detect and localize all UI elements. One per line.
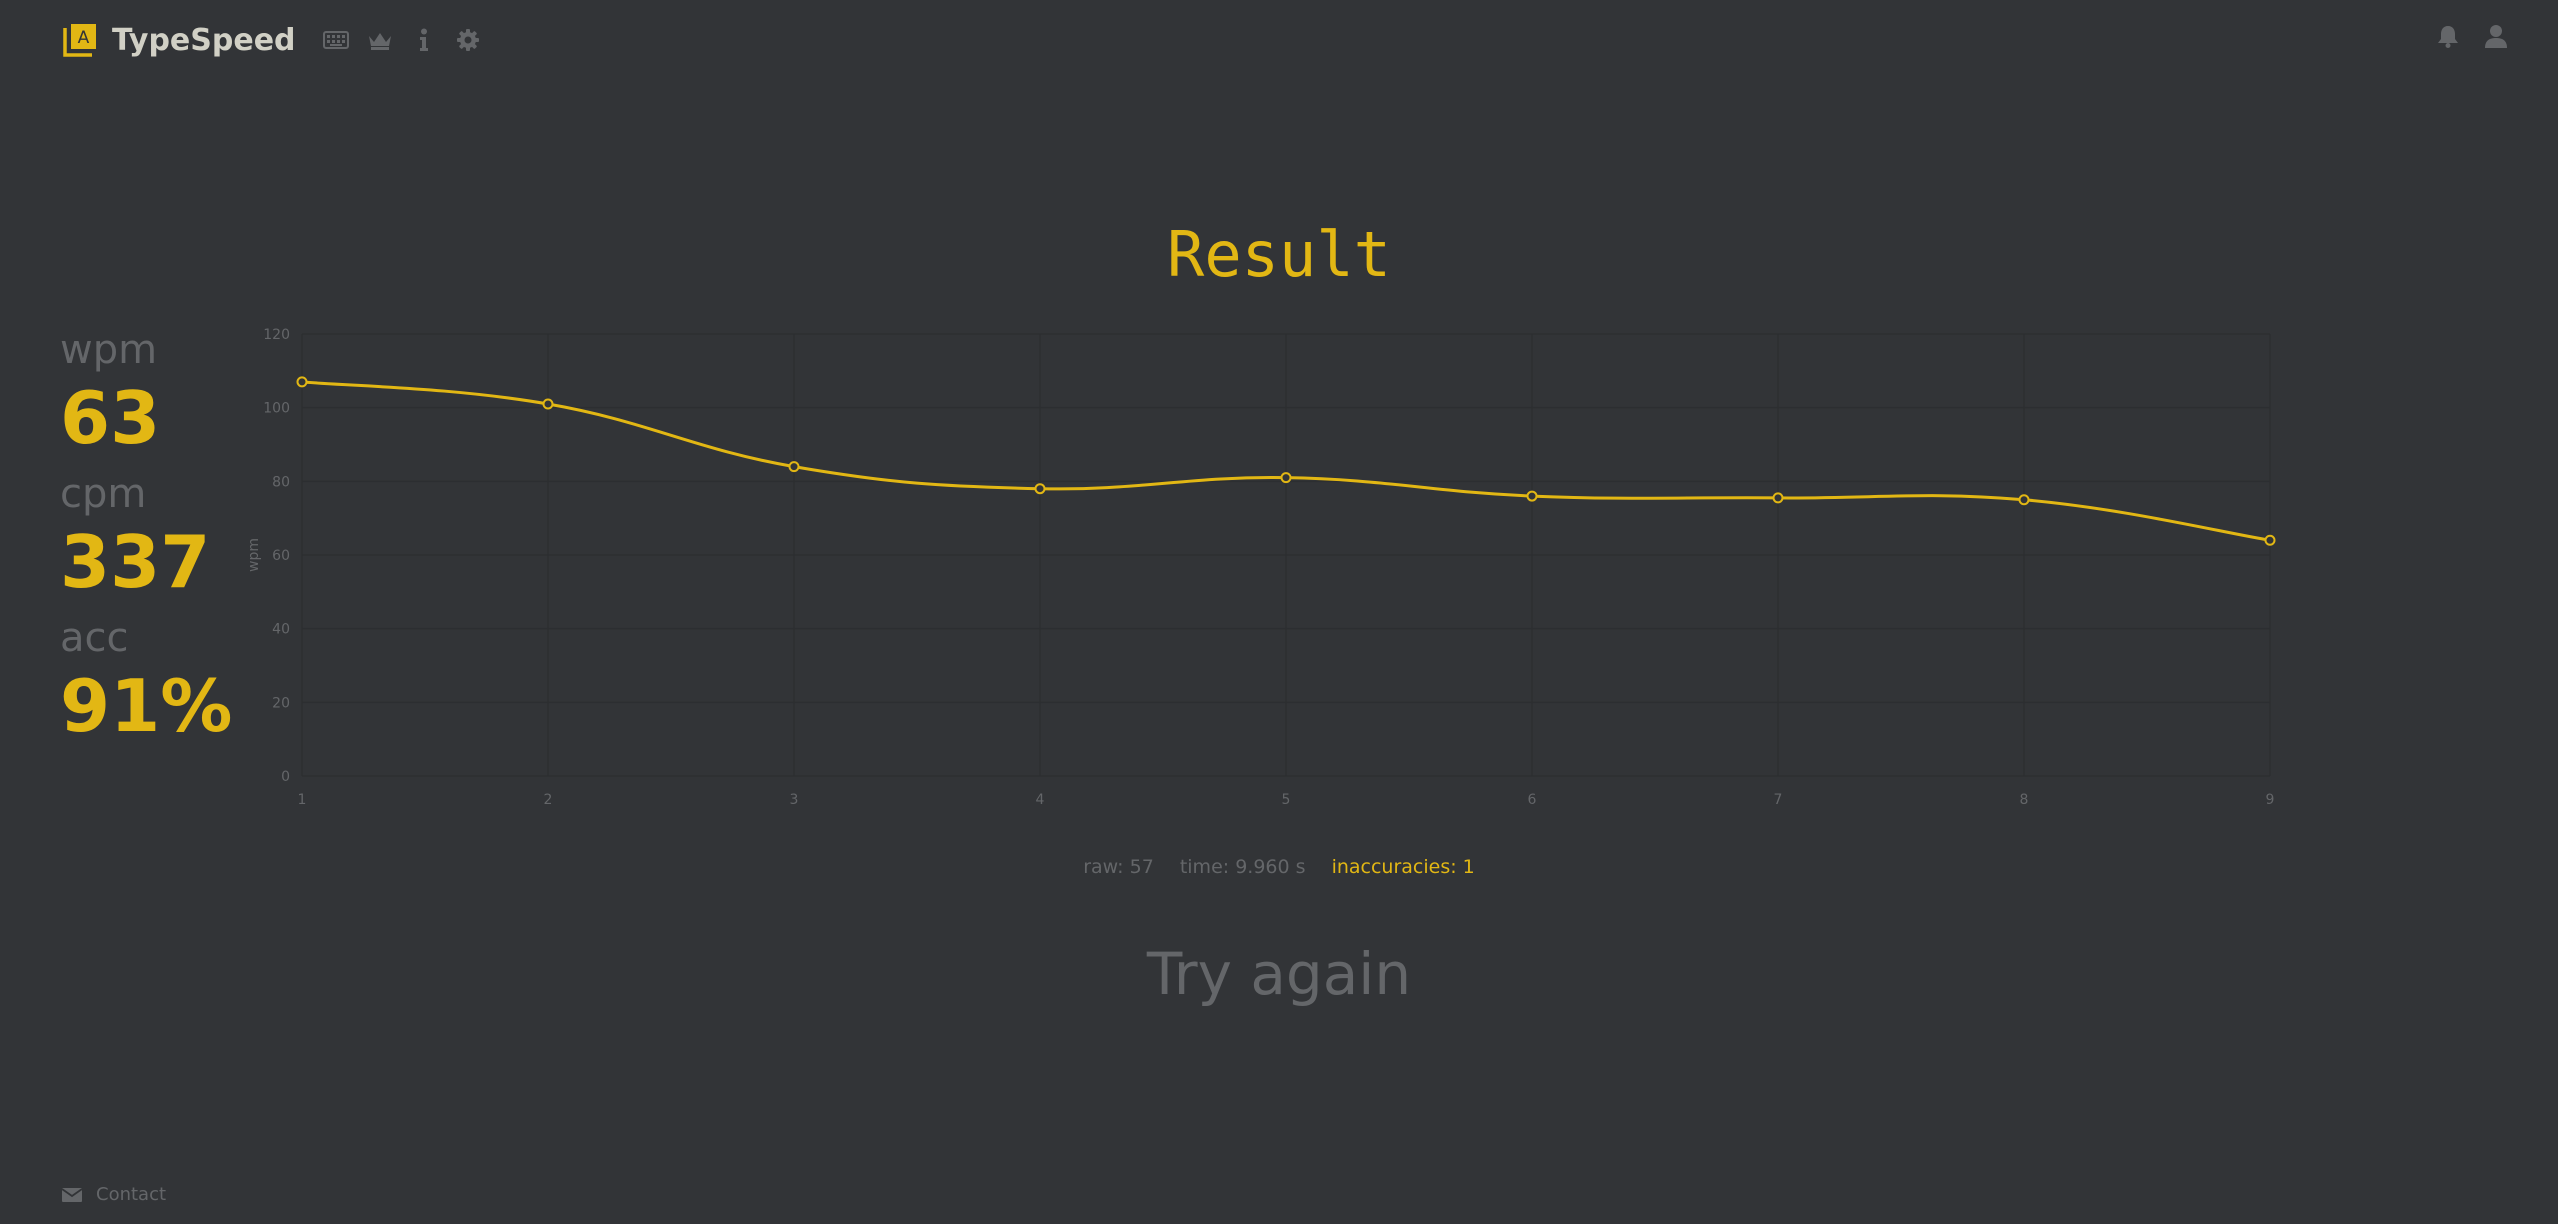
y-tick-label: 60 <box>272 548 290 564</box>
y-tick-label: 40 <box>272 622 290 638</box>
acc-value: 91% <box>60 664 233 748</box>
x-tick-label: 2 <box>544 792 553 808</box>
result-details: raw: 57 time: 9.960 s inaccuracies: 1 <box>0 856 2558 878</box>
y-axis-label: wpm <box>246 538 262 572</box>
cpm-value: 337 <box>60 520 211 604</box>
footer: Contact <box>62 1184 166 1205</box>
crown-icon[interactable] <box>366 26 394 54</box>
data-point <box>296 376 308 388</box>
inaccuracies-stat: inaccuracies: 1 <box>1331 856 1475 878</box>
wpm-value: 63 <box>60 376 161 460</box>
header-right <box>2424 22 2520 50</box>
y-tick-label: 100 <box>263 401 290 417</box>
keyboard-icon[interactable] <box>322 26 350 54</box>
data-point <box>1772 492 1784 504</box>
data-point <box>1280 472 1292 484</box>
stats-panel: wpm 63 cpm 337 acc 91% <box>60 326 232 758</box>
x-tick-label: 5 <box>1282 792 1291 808</box>
result-title: Result <box>1167 218 1391 291</box>
cpm-label: cpm <box>60 471 147 517</box>
typespeed-result-page: A TypeSpeed Result wpm 63 cpm 337 acc 91… <box>0 0 2558 1224</box>
data-point <box>788 461 800 473</box>
wpm-label: wpm <box>60 327 158 373</box>
brand-name[interactable]: TypeSpeed <box>112 23 296 58</box>
mail-icon[interactable] <box>62 1187 82 1202</box>
x-tick-label: 7 <box>1774 792 1783 808</box>
contact-link[interactable]: Contact <box>96 1184 166 1205</box>
gear-icon[interactable] <box>454 26 482 54</box>
x-tick-label: 1 <box>298 792 307 808</box>
header: A TypeSpeed <box>62 18 490 62</box>
data-point <box>1526 490 1538 502</box>
y-tick-label: 120 <box>263 327 290 343</box>
info-icon[interactable] <box>410 26 438 54</box>
x-tick-label: 3 <box>790 792 799 808</box>
data-point <box>2264 534 2276 546</box>
time-stat: time: 9.960 s <box>1179 856 1306 878</box>
raw-stat: raw: 57 <box>1083 856 1154 878</box>
data-point <box>2018 494 2030 506</box>
try-again-button[interactable]: Try again <box>0 940 2558 1008</box>
data-point <box>1034 483 1046 495</box>
svg-text:A: A <box>78 28 90 48</box>
acc-label: acc <box>60 615 129 661</box>
x-tick-label: 6 <box>1528 792 1537 808</box>
data-point <box>542 398 554 410</box>
logo-icon[interactable]: A <box>62 22 98 58</box>
x-tick-label: 8 <box>2020 792 2029 808</box>
user-icon[interactable] <box>2482 22 2510 50</box>
y-tick-label: 0 <box>281 769 290 785</box>
x-tick-label: 9 <box>2266 792 2275 808</box>
bell-icon[interactable] <box>2434 22 2462 50</box>
wpm-chart: 0 20 40 60 80 100 120 1 2 3 4 5 6 7 8 9 wpm <box>246 327 2276 808</box>
y-tick-label: 20 <box>272 695 290 711</box>
x-tick-label: 4 <box>1036 792 1045 808</box>
y-tick-label: 80 <box>272 474 290 490</box>
